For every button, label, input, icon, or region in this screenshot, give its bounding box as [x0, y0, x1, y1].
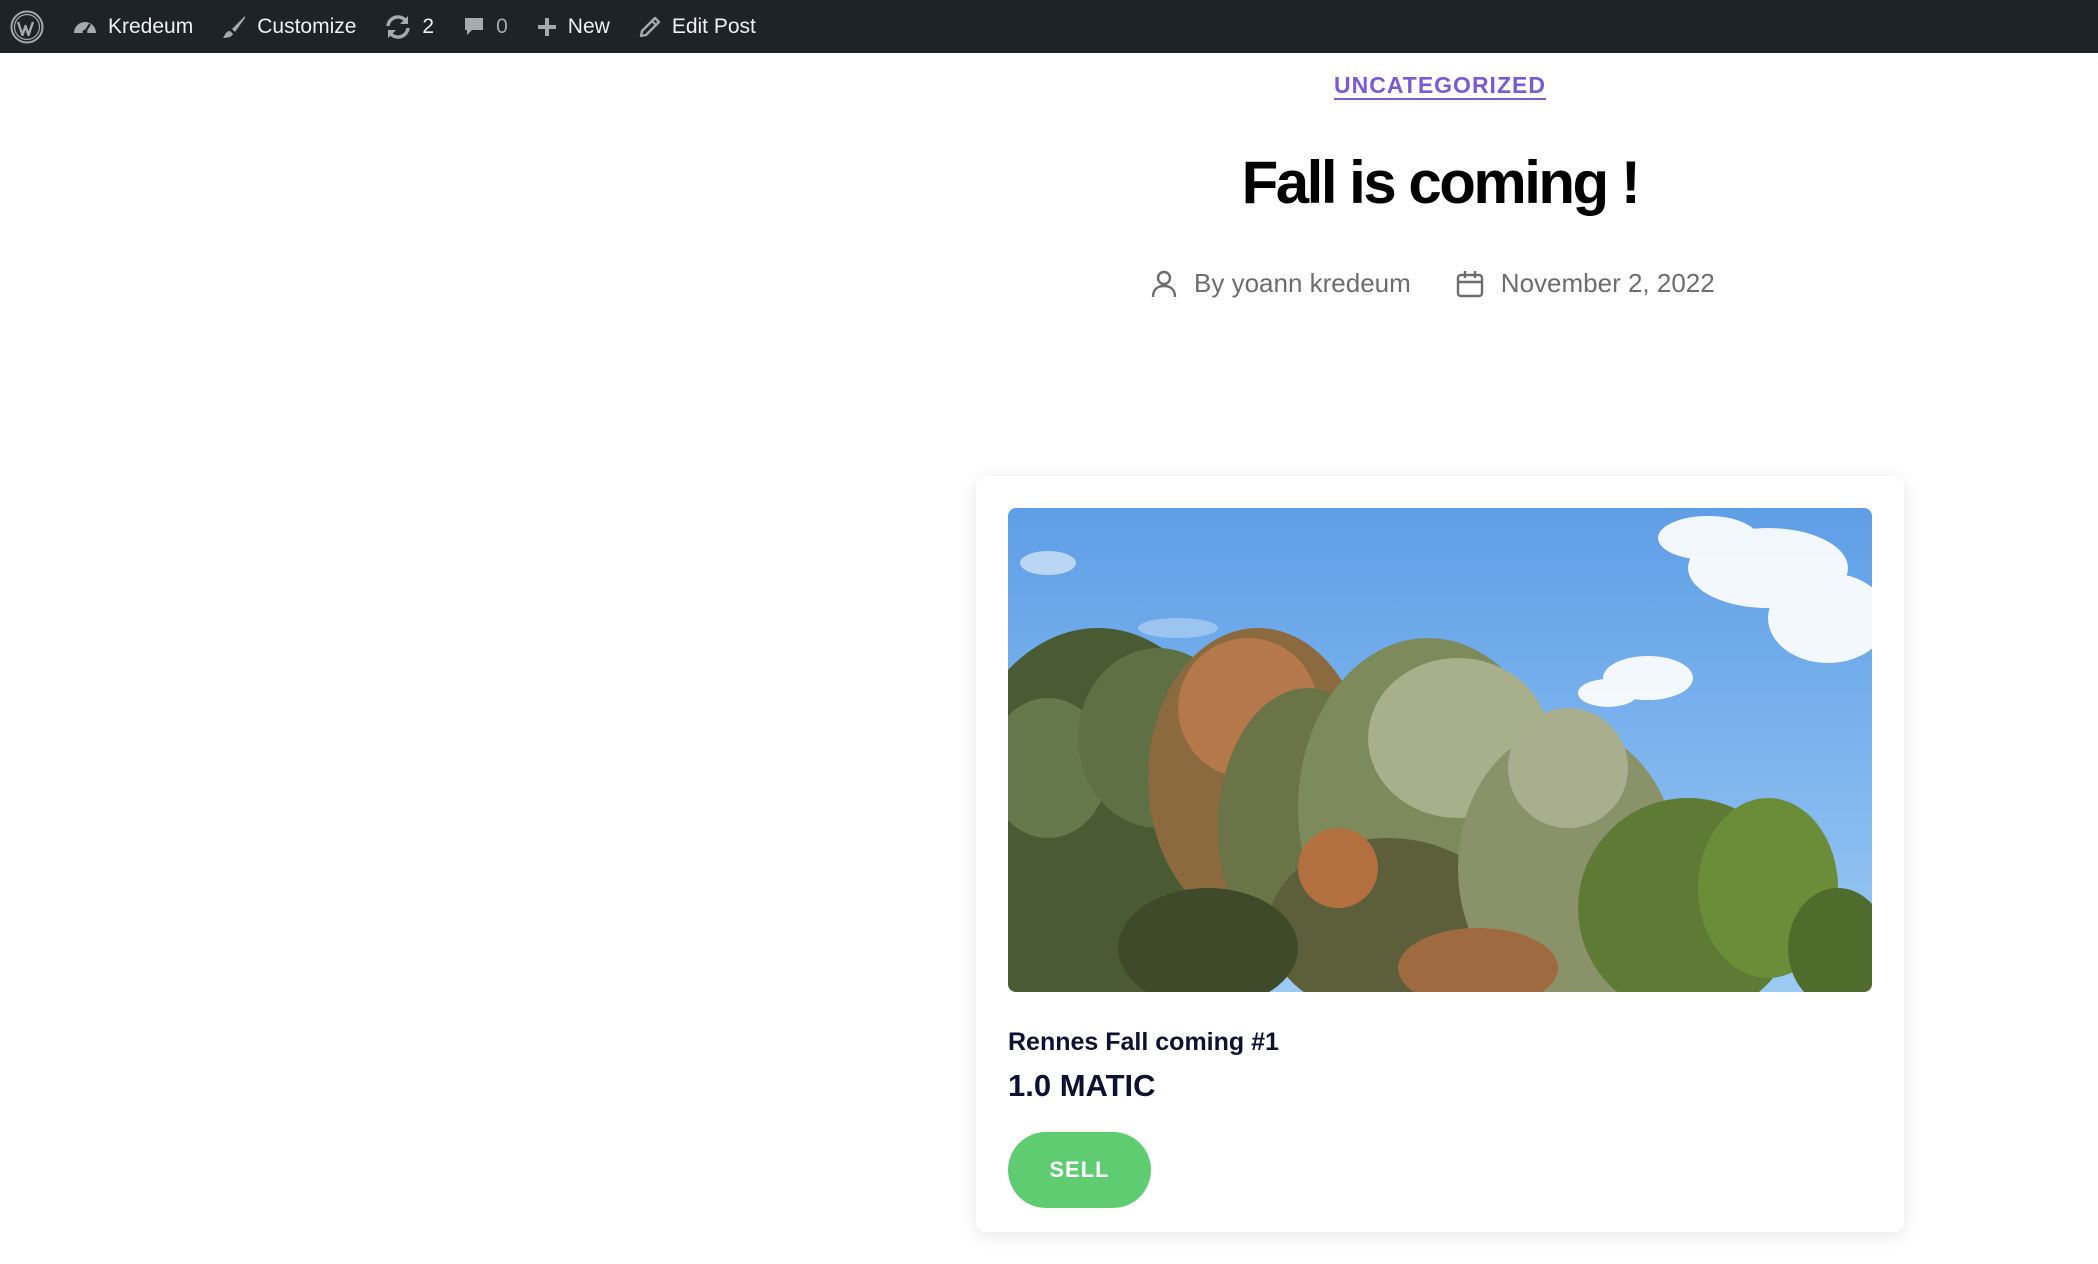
autumn-trees-illustration — [1008, 516, 1872, 992]
brush-icon — [221, 14, 247, 40]
comment-icon — [462, 15, 486, 39]
edit-post-link[interactable]: Edit Post — [624, 0, 770, 53]
category-label: UNCATEGORIZED — [1334, 72, 1546, 98]
site-name-menu[interactable]: Kredeum — [58, 0, 207, 53]
nft-image[interactable] — [1008, 508, 1872, 992]
wordpress-menu[interactable] — [0, 0, 58, 53]
new-label: New — [567, 14, 610, 38]
edit-post-label: Edit Post — [671, 14, 756, 38]
date-label: November 2, 2022 — [1500, 268, 1715, 298]
updates-link[interactable]: 2 — [370, 0, 448, 53]
nft-price: 1.0 MATIC — [1008, 1068, 1156, 1103]
post-title: Fall is coming ! — [1241, 149, 1641, 216]
author-label: By yoann kredeum — [1194, 268, 1411, 298]
new-content-menu[interactable]: New — [522, 0, 624, 53]
comments-count: 0 — [496, 14, 508, 38]
plus-icon — [536, 16, 558, 38]
post-author[interactable]: By yoann kredeum — [1150, 268, 1411, 299]
dashboard-icon — [72, 15, 98, 39]
calendar-icon — [1455, 269, 1485, 299]
sell-button[interactable]: SELL — [1008, 1132, 1151, 1208]
pencil-icon — [638, 15, 662, 39]
customize-label: Customize — [257, 14, 357, 38]
site-name-label: Kredeum — [108, 14, 194, 38]
post-meta: By yoann kredeum November 2, 2022 — [1150, 268, 1730, 299]
nft-name: Rennes Fall coming #1 — [1008, 1028, 1279, 1056]
comments-link[interactable]: 0 — [448, 0, 522, 53]
user-icon — [1150, 269, 1178, 299]
admin-bar: Kredeum Customize 2 0 New Edit Post — [0, 0, 2098, 53]
wordpress-logo-icon — [10, 10, 44, 44]
nft-card: Rennes Fall coming #1 1.0 MATIC SELL — [976, 476, 1904, 1232]
updates-icon — [384, 14, 412, 40]
post-date[interactable]: November 2, 2022 — [1455, 268, 1715, 299]
customize-link[interactable]: Customize — [207, 0, 370, 53]
updates-count: 2 — [422, 14, 435, 38]
category-link[interactable]: UNCATEGORIZED — [1240, 72, 1640, 99]
